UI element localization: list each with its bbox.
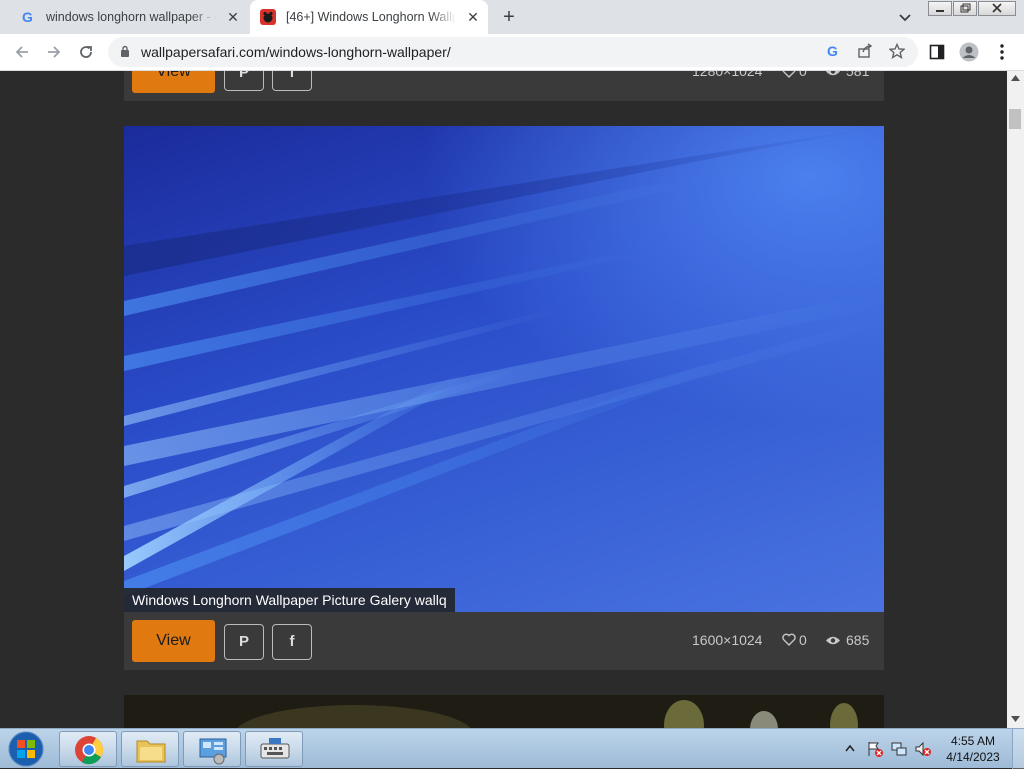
pinterest-icon: P: [238, 71, 249, 81]
system-clock[interactable]: 4:55 AM 4/14/2023: [940, 733, 1006, 765]
tab-search-chevron-icon[interactable]: [898, 10, 912, 24]
facebook-button[interactable]: f: [272, 624, 312, 660]
taskbar-chrome[interactable]: [59, 731, 117, 767]
bookmark-star-icon[interactable]: [889, 43, 905, 59]
kebab-menu-icon[interactable]: [997, 43, 1007, 61]
page-viewport: View P f 1280×1024 0 581 Windows Longhor…: [0, 71, 1007, 728]
chrome-icon: [75, 736, 103, 765]
resolution-text: 1600×1024: [692, 632, 763, 648]
tab-close-icon[interactable]: ✕: [226, 10, 240, 24]
action-center-flag-icon[interactable]: [866, 740, 884, 758]
scroll-up-arrow-icon[interactable]: [1011, 75, 1020, 81]
new-tab-plus-icon[interactable]: +: [498, 6, 520, 29]
folder-icon: [136, 740, 166, 763]
view-button[interactable]: View: [132, 620, 215, 662]
likes-count: 0: [799, 632, 807, 648]
close-window-button[interactable]: [978, 1, 1016, 16]
facebook-button[interactable]: f: [272, 71, 312, 91]
keyboard-icon: [260, 738, 290, 759]
pinterest-button[interactable]: P: [224, 71, 264, 91]
side-panel-icon[interactable]: [929, 44, 945, 60]
facebook-icon: f: [289, 71, 295, 81]
taskbar-file-explorer[interactable]: [121, 731, 179, 767]
card-actions: View P f 1280×1024 0 581: [124, 71, 884, 101]
scrollbar-thumb[interactable]: [1009, 109, 1021, 129]
restore-button[interactable]: [953, 1, 977, 16]
pinterest-button[interactable]: P: [224, 624, 264, 660]
resolution-text: 1280×1024: [692, 71, 763, 79]
pinterest-icon: P: [238, 633, 249, 650]
tab-wallpapersafari[interactable]: [46+] Windows Longhorn Wallpa ✕: [250, 0, 488, 34]
volume-muted-icon[interactable]: [914, 740, 932, 758]
close-window-icon: [992, 3, 1002, 13]
tab-google-search[interactable]: G windows longhorn wallpaper - G ✕: [8, 0, 248, 34]
minimize-button[interactable]: [928, 1, 952, 16]
heart-icon[interactable]: [782, 633, 796, 646]
google-icon: G: [22, 9, 33, 25]
next-wallpaper-image: [124, 695, 884, 728]
wallpaper-streaks: [124, 126, 884, 596]
address-bar[interactable]: wallpapersafari.com/windows-longhorn-wal…: [108, 37, 918, 67]
heart-icon[interactable]: [782, 71, 796, 78]
profile-avatar-icon[interactable]: [959, 42, 979, 62]
tab-close-icon[interactable]: ✕: [466, 10, 480, 24]
url-text[interactable]: wallpapersafari.com/windows-longhorn-wal…: [141, 44, 451, 60]
wallpaper-image[interactable]: [124, 126, 884, 612]
views-count: 581: [846, 71, 870, 79]
reload-icon[interactable]: [76, 42, 96, 62]
google-lens-icon[interactable]: G: [825, 43, 841, 59]
taskbar-on-screen-keyboard[interactable]: [245, 731, 303, 767]
taskbar-control-panel[interactable]: [183, 731, 241, 767]
windows-taskbar: 4:55 AM 4/14/2023: [0, 728, 1024, 769]
back-arrow-icon[interactable]: [12, 42, 32, 62]
eye-icon: [826, 636, 840, 645]
views-count: 685: [846, 632, 870, 648]
restore-icon: [960, 3, 971, 13]
wallpaper-caption: Windows Longhorn Wallpaper Picture Galer…: [124, 588, 455, 612]
view-button[interactable]: View: [132, 71, 215, 93]
start-orb-icon[interactable]: [6, 730, 46, 768]
network-icon[interactable]: [890, 740, 908, 758]
show-hidden-icons-arrow-icon[interactable]: [845, 744, 855, 752]
facebook-icon: f: [289, 633, 295, 650]
tab-title: [46+] Windows Longhorn Wallpa: [286, 10, 456, 24]
wallpaper-card-previous: View P f 1280×1024 0 581: [124, 71, 884, 101]
tab-strip: G windows longhorn wallpaper - G ✕ [46+]…: [0, 0, 1024, 34]
wallpaper-card-next[interactable]: [124, 695, 884, 728]
control-panel-icon: [199, 738, 227, 765]
likes-count: 0: [799, 71, 807, 79]
minimize-icon: [936, 10, 944, 12]
scroll-down-arrow-icon[interactable]: [1011, 716, 1020, 722]
svg-text:G: G: [827, 43, 838, 59]
card-actions: View P f 1600×1024 0 685: [124, 612, 884, 670]
eye-icon: [826, 71, 840, 76]
show-desktop-button[interactable]: [1012, 729, 1024, 769]
share-icon[interactable]: [857, 43, 873, 59]
svg-text:G: G: [22, 9, 33, 25]
forward-arrow-icon[interactable]: [44, 42, 64, 62]
clock-time: 4:55 AM: [950, 734, 996, 748]
wallpapersafari-favicon-icon: [260, 9, 276, 25]
browser-toolbar: wallpapersafari.com/windows-longhorn-wal…: [0, 34, 1024, 71]
lock-icon[interactable]: [120, 45, 130, 57]
tab-title: windows longhorn wallpaper - G: [46, 10, 216, 24]
clock-date: 4/14/2023: [946, 750, 1000, 764]
vertical-scrollbar[interactable]: [1007, 71, 1024, 728]
